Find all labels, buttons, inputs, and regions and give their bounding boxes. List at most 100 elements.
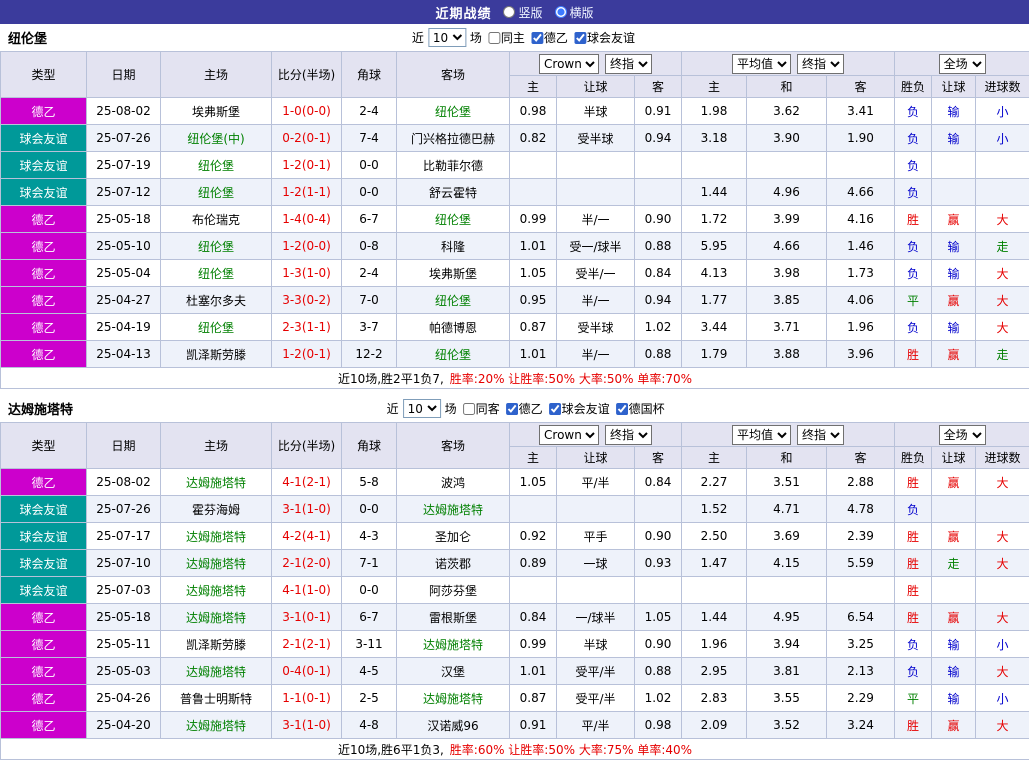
handicap-line: 受平/半 — [557, 658, 635, 685]
filter-checkbox[interactable] — [616, 403, 628, 415]
filter-checkbox[interactable] — [574, 32, 586, 44]
horizontal-layout-label: 横版 — [570, 4, 594, 21]
home-team[interactable]: 纽伦堡 — [161, 260, 272, 287]
team-section: 纽伦堡近10场同主德乙球会友谊类型日期主场比分(半场)角球客场Crown终指平均… — [0, 24, 1029, 389]
filter-option[interactable]: 球会友谊 — [549, 400, 610, 417]
away-team[interactable]: 诺茨郡 — [397, 550, 510, 577]
avg-draw-odds: 3.81 — [747, 658, 827, 685]
home-team[interactable]: 凯泽斯劳滕 — [161, 341, 272, 368]
home-team[interactable]: 埃弗斯堡 — [161, 98, 272, 125]
filter-option[interactable]: 德乙 — [506, 400, 543, 417]
filter-checkbox[interactable] — [463, 403, 475, 415]
avg-draw-odds: 4.15 — [747, 550, 827, 577]
average-final-index-select[interactable]: 终指 — [797, 425, 844, 445]
away-team[interactable]: 汉堡 — [397, 658, 510, 685]
avg-away-odds: 3.96 — [827, 341, 895, 368]
home-team[interactable]: 达姆施塔特 — [161, 523, 272, 550]
away-team[interactable]: 埃弗斯堡 — [397, 260, 510, 287]
section-team-name: 达姆施塔特 — [8, 399, 73, 418]
column-subheader: 客 — [827, 76, 895, 98]
away-team[interactable]: 雷根斯堡 — [397, 604, 510, 631]
home-team[interactable]: 纽伦堡 — [161, 179, 272, 206]
match-count-select[interactable]: 10 — [428, 28, 466, 47]
home-team[interactable]: 达姆施塔特 — [161, 658, 272, 685]
match-row: 球会友谊25-07-19纽伦堡1-2(0-1)0-0比勒菲尔德负 — [1, 152, 1029, 179]
handicap-home-odds: 1.01 — [510, 341, 557, 368]
home-team[interactable]: 纽伦堡 — [161, 314, 272, 341]
match-row: 球会友谊25-07-10达姆施塔特2-1(2-0)7-1诺茨郡0.89一球0.9… — [1, 550, 1029, 577]
home-team[interactable]: 杜塞尔多夫 — [161, 287, 272, 314]
home-team[interactable]: 达姆施塔特 — [161, 604, 272, 631]
result-win-draw-lose: 胜 — [895, 550, 932, 577]
match-date: 25-07-26 — [87, 125, 161, 152]
filter-option-label: 同主 — [501, 29, 525, 46]
avg-draw-odds: 3.55 — [747, 685, 827, 712]
horizontal-layout-radio[interactable] — [555, 6, 567, 18]
away-team[interactable]: 阿莎芬堡 — [397, 577, 510, 604]
away-team[interactable]: 科隆 — [397, 233, 510, 260]
home-team[interactable]: 达姆施塔特 — [161, 469, 272, 496]
match-date: 25-05-11 — [87, 631, 161, 658]
home-team[interactable]: 达姆施塔特 — [161, 550, 272, 577]
home-team[interactable]: 普鲁士明斯特 — [161, 685, 272, 712]
filter-option[interactable]: 德国杯 — [616, 400, 665, 417]
away-team[interactable]: 波鸿 — [397, 469, 510, 496]
away-team[interactable]: 纽伦堡 — [397, 287, 510, 314]
match-score: 1-3(1-0) — [272, 260, 342, 287]
away-team[interactable]: 纽伦堡 — [397, 206, 510, 233]
home-team[interactable]: 布伦瑞克 — [161, 206, 272, 233]
match-score: 3-3(0-2) — [272, 287, 342, 314]
home-team[interactable]: 纽伦堡(中) — [161, 125, 272, 152]
average-odds-select[interactable]: 平均值 — [732, 54, 791, 74]
home-team[interactable]: 纽伦堡 — [161, 233, 272, 260]
average-odds-select[interactable]: 平均值 — [732, 425, 791, 445]
handicap-away-odds: 0.90 — [635, 523, 682, 550]
filter-checkbox[interactable] — [531, 32, 543, 44]
away-team[interactable]: 圣加仑 — [397, 523, 510, 550]
away-team[interactable]: 达姆施塔特 — [397, 631, 510, 658]
filter-option[interactable]: 同主 — [488, 29, 525, 46]
handicap-line: 半球 — [557, 98, 635, 125]
filter-checkbox[interactable] — [549, 403, 561, 415]
result-goals — [976, 152, 1029, 179]
away-team[interactable]: 纽伦堡 — [397, 341, 510, 368]
away-team[interactable]: 纽伦堡 — [397, 98, 510, 125]
handicap-line — [557, 496, 635, 523]
away-team[interactable]: 达姆施塔特 — [397, 685, 510, 712]
home-team[interactable]: 达姆施塔特 — [161, 577, 272, 604]
filter-option[interactable]: 德乙 — [531, 29, 568, 46]
away-team[interactable]: 比勒菲尔德 — [397, 152, 510, 179]
away-team[interactable]: 帕德博恩 — [397, 314, 510, 341]
result-goals: 走 — [976, 233, 1029, 260]
avg-away-odds: 4.66 — [827, 179, 895, 206]
home-team[interactable]: 凯泽斯劳滕 — [161, 631, 272, 658]
filter-checkbox[interactable] — [488, 32, 500, 44]
home-team[interactable]: 霍芬海姆 — [161, 496, 272, 523]
average-final-index-select[interactable]: 终指 — [797, 54, 844, 74]
match-score: 4-1(2-1) — [272, 469, 342, 496]
company-final-index-select[interactable]: 终指 — [605, 425, 652, 445]
handicap-line: 平手 — [557, 523, 635, 550]
away-team[interactable]: 舒云霍特 — [397, 179, 510, 206]
home-team[interactable]: 纽伦堡 — [161, 152, 272, 179]
filter-checkbox[interactable] — [506, 403, 518, 415]
fulltime-select[interactable]: 全场 — [939, 425, 986, 445]
match-date: 25-08-02 — [87, 98, 161, 125]
away-team[interactable]: 门兴格拉德巴赫 — [397, 125, 510, 152]
filter-option[interactable]: 球会友谊 — [574, 29, 635, 46]
away-team[interactable]: 达姆施塔特 — [397, 496, 510, 523]
layout-option-horizontal[interactable]: 横版 — [555, 4, 594, 21]
vertical-layout-radio[interactable] — [503, 6, 515, 18]
avg-home-odds: 4.13 — [682, 260, 747, 287]
layout-option-vertical[interactable]: 竖版 — [503, 4, 542, 21]
result-win-draw-lose: 胜 — [895, 577, 932, 604]
fulltime-select[interactable]: 全场 — [939, 54, 986, 74]
home-team[interactable]: 达姆施塔特 — [161, 712, 272, 739]
company-final-index-select[interactable]: 终指 — [605, 54, 652, 74]
away-team[interactable]: 汉诺威96 — [397, 712, 510, 739]
match-count-select[interactable]: 10 — [403, 399, 441, 418]
odds-company-select[interactable]: Crown — [539, 425, 599, 445]
odds-company-select[interactable]: Crown — [539, 54, 599, 74]
filter-option[interactable]: 同客 — [463, 400, 500, 417]
corner-score: 2-5 — [342, 685, 397, 712]
